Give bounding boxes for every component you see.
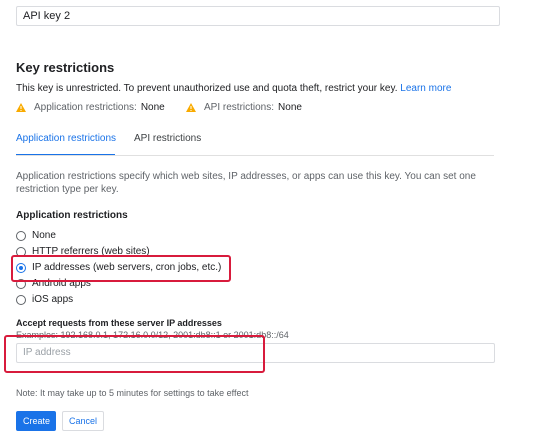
- radio-option-ios-apps[interactable]: iOS apps: [16, 293, 73, 306]
- warning-icon: [186, 103, 196, 112]
- status-value: None: [278, 102, 302, 113]
- warning-icon: [16, 103, 26, 112]
- cancel-button[interactable]: Cancel: [62, 411, 104, 431]
- tab-application-restrictions[interactable]: Application restrictions: [16, 133, 116, 144]
- unrestricted-warning: This key is unrestricted. To prevent una…: [16, 83, 451, 94]
- ip-input-highlight: [4, 335, 265, 373]
- radio-button[interactable]: [16, 230, 26, 241]
- create-button[interactable]: Create: [16, 411, 56, 431]
- radio-label: iOS apps: [32, 294, 74, 305]
- ip-addresses-label: Accept requests from these server IP add…: [16, 318, 222, 328]
- key-name-input[interactable]: [16, 6, 500, 26]
- tab-api-restrictions[interactable]: API restrictions: [134, 133, 201, 144]
- api-restrictions-status: API restrictions: None: [186, 102, 302, 113]
- restrictions-description: Application restrictions specify which w…: [16, 171, 476, 195]
- status-label: Application restrictions:: [34, 102, 137, 113]
- status-value: None: [140, 102, 165, 113]
- radio-option-none[interactable]: None: [16, 229, 56, 242]
- restriction-tabs: Application restrictions API restriction…: [0, 133, 550, 156]
- radio-button[interactable]: [16, 294, 26, 305]
- status-label: API restrictions:: [204, 102, 275, 113]
- unrestricted-warning-text: This key is unrestricted. To prevent una…: [16, 83, 398, 94]
- settings-note: Note: It may take up to 5 minutes for se…: [16, 388, 249, 398]
- application-restrictions-group-title: Application restrictions: [16, 210, 128, 221]
- radio-label: None: [32, 230, 56, 241]
- tabs-divider: [16, 155, 494, 156]
- application-restrictions-status: Application restrictions: None: [16, 102, 165, 113]
- learn-more-link[interactable]: Learn more: [400, 83, 451, 94]
- ip-option-highlight: [11, 255, 231, 282]
- key-restrictions-title: Key restrictions: [16, 60, 115, 75]
